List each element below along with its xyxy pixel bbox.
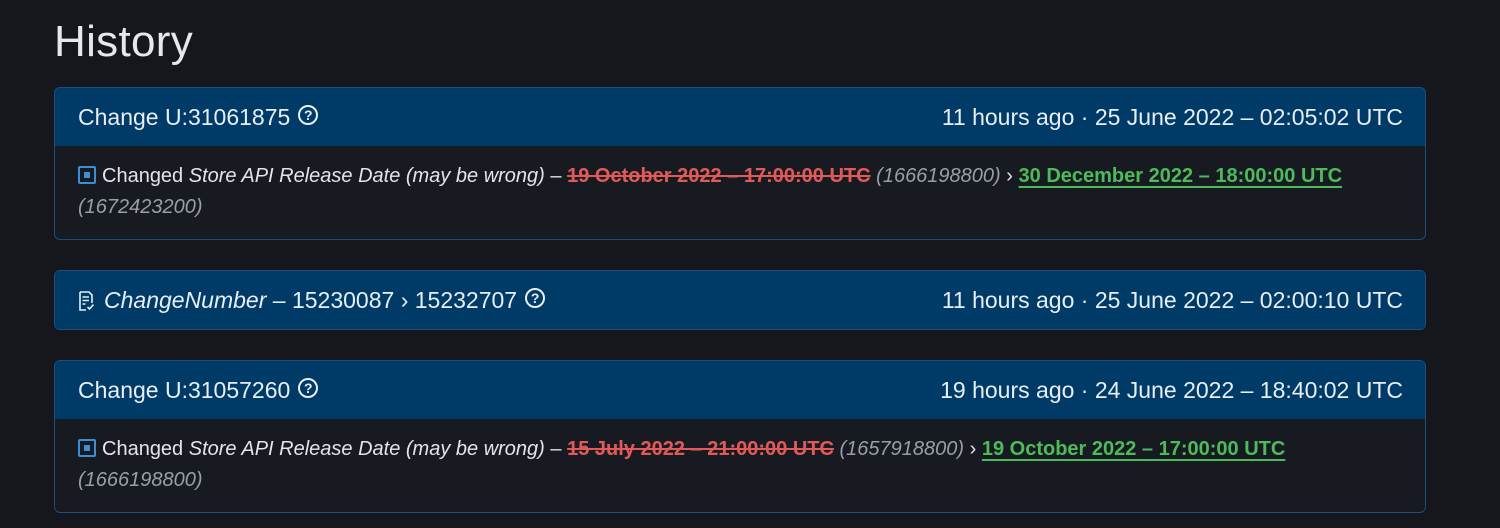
change-prefix: Changed [102,438,184,460]
arrow-separator: › [969,438,977,460]
entry-timestamp: 19 hours ago · 24 June 2022 – 18:40:02 U… [940,376,1403,403]
help-circle-icon[interactable]: ? [525,288,546,308]
entry-header: Change U:31061875 ? 11 hours ago · 25 Ju… [55,88,1425,146]
separator-dash: – [550,438,562,460]
document-check-icon [79,291,94,311]
old-value: 19 October 2022 – 17:00:00 UTC [567,165,871,187]
arrow-separator: › [1006,165,1013,187]
new-value: 19 October 2022 – 17:00:00 UTC [981,438,1286,460]
change-prefix: Changed [102,165,184,187]
old-timestamp: (1666198800) [876,165,1001,187]
change-link[interactable]: Change U:31061875 [78,104,290,131]
change-link[interactable]: Change U:31057260 [78,377,290,404]
entry-header: ChangeNumber – 15230087 › 15232707 ? 11 … [55,271,1425,329]
entry-timestamp: 11 hours ago · 25 June 2022 – 02:05:02 U… [941,103,1403,130]
new-value: 15232707 [414,286,518,313]
help-circle-icon[interactable]: ? [298,105,319,125]
help-circle-icon[interactable]: ? [298,378,319,398]
field-name: Store API Release Date (may be wrong) [188,165,545,187]
entry-timestamp: 11 hours ago · 25 June 2022 – 02:00:10 U… [941,286,1403,313]
entry-header: Change U:31057260 ? 19 hours ago · 24 Ju… [55,361,1425,419]
history-entry: ChangeNumber – 15230087 › 15232707 ? 11 … [54,270,1426,330]
separator-dash: – [272,286,286,313]
old-value: 15230087 [291,286,395,313]
entry-body: Changed Store API Release Date (may be w… [55,419,1425,512]
square-dot-icon [78,166,96,184]
new-value: 30 December 2022 – 18:00:00 UTC [1018,165,1343,187]
history-entry: Change U:31061875 ? 11 hours ago · 25 Ju… [54,87,1426,240]
history-entry: Change U:31057260 ? 19 hours ago · 24 Ju… [54,360,1426,513]
new-timestamp: (1666198800) [78,469,203,491]
separator-dash: – [550,165,562,187]
old-value: 15 July 2022 – 21:00:00 UTC [567,438,834,460]
history-page: History Change U:31061875 ? 11 hours ago… [0,0,1500,528]
new-timestamp: (1672423200) [78,196,203,218]
square-dot-icon [78,439,96,457]
page-title: History [54,17,193,66]
field-name: ChangeNumber [104,286,267,313]
entry-body: Changed Store API Release Date (may be w… [55,146,1425,239]
old-timestamp: (1657918800) [839,438,965,460]
field-name: Store API Release Date (may be wrong) [188,438,545,460]
arrow-separator: › [400,286,409,313]
